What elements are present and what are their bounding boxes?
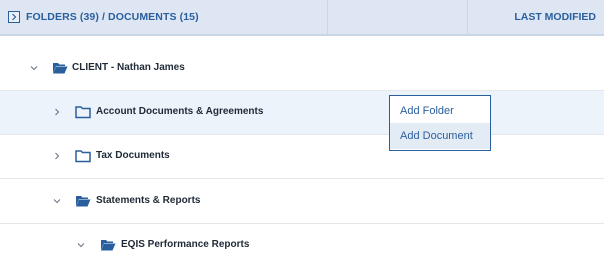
tree-item-label: CLIENT - Nathan James <box>72 62 185 73</box>
tree-header: FOLDERS (39) / DOCUMENTS (15) LAST MODIF… <box>0 0 604 36</box>
chevron-right-icon[interactable] <box>52 151 62 161</box>
add-folder-menu-item[interactable]: Add Folder <box>390 98 490 124</box>
folder-open-icon <box>101 240 116 251</box>
context-menu: Add Folder Add Document <box>389 95 491 151</box>
chevron-down-icon[interactable] <box>76 240 86 250</box>
tree-item-label: Statements & Reports <box>96 195 201 206</box>
expand-toggle-icon[interactable] <box>8 11 20 23</box>
chevron-down-icon[interactable] <box>52 196 62 206</box>
chevron-down-icon[interactable] <box>29 63 39 73</box>
chevron-right-icon[interactable] <box>52 107 62 117</box>
folder-icon <box>75 150 91 163</box>
tree-row-eqis-performance[interactable]: EQIS Performance Reports <box>0 224 604 268</box>
tree-row-client[interactable]: CLIENT - Nathan James <box>0 47 604 91</box>
folder-open-icon <box>76 196 91 207</box>
column-divider <box>327 0 328 34</box>
column-divider <box>467 0 468 34</box>
tree-row-tax-documents[interactable]: Tax Documents <box>0 135 604 179</box>
folder-open-icon <box>53 63 68 74</box>
last-modified-column-header[interactable]: LAST MODIFIED <box>514 11 596 23</box>
tree-item-label: Account Documents & Agreements <box>96 106 264 117</box>
header-title[interactable]: FOLDERS (39) / DOCUMENTS (15) <box>26 11 199 23</box>
tree-item-label: Tax Documents <box>96 150 170 161</box>
tree-row-statements-reports[interactable]: Statements & Reports <box>0 180 604 224</box>
tree-item-label: EQIS Performance Reports <box>121 239 250 250</box>
tree-row-account-documents[interactable]: Account Documents & Agreements <box>0 91 604 135</box>
add-document-menu-item[interactable]: Add Document <box>390 123 490 149</box>
folder-icon <box>75 106 91 119</box>
